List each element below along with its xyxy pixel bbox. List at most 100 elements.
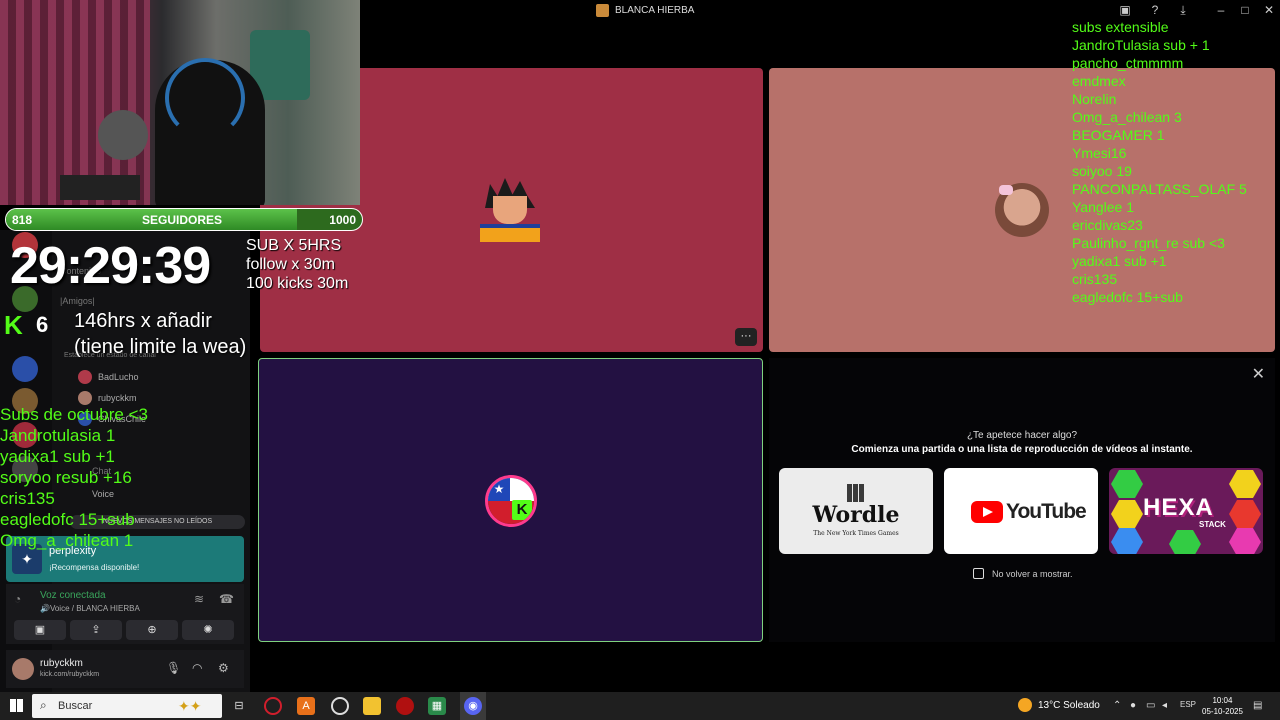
voice-status[interactable]: Voz conectada [40,590,106,601]
gear-icon[interactable]: ⚙ [218,661,229,675]
inbox-icon[interactable]: ▣ [1116,3,1134,17]
app-icon[interactable]: A [297,697,315,715]
headphones-icon[interactable]: ◠ [192,661,202,675]
wordle-grid-icon [847,484,865,502]
screen: BLANCA HIERBA ▣ ? ⤓ – □ ✕ ··· ★ K ✕ ¿Te … [0,0,1280,720]
activity-question: ¿Te apetece hacer algo? [966,430,1078,441]
youtube-play-icon [971,501,1003,523]
microphone-icon[interactable]: 🎙 [166,661,181,675]
server-icon[interactable] [12,356,38,382]
window-title-text: BLANCA HIERBA [615,5,695,16]
user-status: kick.com/rubyckkm [40,671,100,678]
sub-list-item: cris135 [1072,271,1118,287]
dont-show-label: No volver a mostrar. [992,568,1073,579]
folder-icon[interactable] [363,697,381,715]
network-icon[interactable]: ▭ [1146,700,1155,711]
wordle-card[interactable]: Wordle The New York Times Games [779,468,933,554]
sub-list-item: soiyoo 19 [1072,163,1132,179]
language-indicator[interactable]: ESP [1180,700,1196,709]
youtube-card[interactable]: YouTube [944,468,1098,554]
screen-share-button[interactable]: ⇪ [70,620,122,640]
voice-location: 🔊Voice / BLANCA HIERBA [40,604,140,613]
search-icon: ⌕ [40,698,47,712]
sub-list-item: subs extensible [1072,19,1169,35]
app-icon[interactable] [396,697,414,715]
hex-tile [1169,530,1201,554]
start-icon[interactable] [10,699,23,712]
hexa-stack-card[interactable]: HEXA STACK [1109,468,1263,554]
store-icon[interactable]: ▦ [428,697,446,715]
disconnect-icon[interactable]: ☎ [219,592,234,606]
sub-list-item: PANCONPALTASS_OLAF 5 [1072,181,1247,197]
webcam-feed [0,0,360,205]
wordle-subtitle: The New York Times Games [813,530,899,537]
sub-list-item: yadixa1 sub +1 [1072,253,1167,269]
soundboard-button[interactable]: ✺ [182,620,234,640]
participant-avatar-photo [995,183,1049,237]
window-title: BLANCA HIERBA [596,4,694,17]
taskbar-search[interactable]: ⌕ Buscar ✦✦ [32,694,222,718]
hex-tile [1111,528,1143,554]
activity-close-icon[interactable]: ✕ [1252,364,1265,384]
sub-list-item: soryoo resub +16 [0,468,132,487]
sub-info-line: SUB X 5HRS [246,237,342,254]
avatar [78,370,92,384]
wordle-title: Wordle [812,502,900,528]
participant-avatar-kick: ★ K [485,475,537,527]
sun-icon [1018,698,1032,712]
minimize-icon[interactable]: – [1212,3,1230,17]
followers-goal: 1000 [329,213,356,227]
sub-list-item: Jandrotulasia 1 [0,426,116,445]
member-item[interactable]: BadLucho [78,370,139,384]
clock-date: 05-10-2025 [1202,707,1243,716]
sub-list-item: Yanglee 1 [1072,199,1135,215]
search-placeholder: Buscar [58,700,93,712]
more-options-button[interactable]: ··· [735,328,757,346]
hours-line: (tiene limite la wea) [74,336,247,358]
discord-icon[interactable]: ◉ [464,697,482,715]
opera-icon[interactable] [264,697,282,715]
followers-label: SEGUIDORES [142,213,223,227]
sub-list-item: BEOGAMER 1 [1072,127,1165,143]
channel-category-amigos[interactable]: |Amigos| [60,296,95,306]
weather-widget[interactable]: 13°C Soleado [1018,698,1100,712]
sub-list-item: yadixa1 sub +1 [0,447,115,466]
sub-list-item: cris135 [0,489,55,508]
participant-tile-3[interactable]: ★ K [258,358,763,642]
user-name[interactable]: rubyckkm [40,658,83,669]
notifications-icon[interactable]: ▤ [1253,700,1262,711]
avatar[interactable] [12,658,34,680]
kick-count: 6 [36,312,49,337]
maximize-icon[interactable]: □ [1236,3,1254,17]
activities-button[interactable]: ⊕ [126,620,178,640]
steam-icon[interactable] [331,697,349,715]
member-item[interactable]: rubyckkm [78,391,137,405]
sub-list-item: Norelin [1072,91,1117,107]
sub-list-item: Ymesi16 [1072,145,1127,161]
help-icon[interactable]: ? [1146,3,1164,17]
task-view-icon[interactable]: ⊟ [230,697,248,715]
hex-tile [1111,500,1143,528]
chevron-up-icon[interactable]: ⌃ [1113,700,1121,711]
dont-show-again[interactable]: No volver a mostrar. [973,568,1073,579]
sub-info-line: follow x 30m [246,256,335,273]
download-icon[interactable]: ⤓ [1174,3,1192,18]
dont-show-checkbox[interactable] [973,568,984,579]
camera-off-button[interactable]: ▣ [14,620,66,640]
clock[interactable]: 10:04 05-10-2025 [1202,695,1243,717]
volume-icon[interactable]: ◂ [1162,700,1167,711]
hex-tile [1111,470,1143,498]
hours-info: 146hrs x añadir (tiene limite la wea) [74,308,246,360]
noise-suppression-icon[interactable]: ≋ [194,592,204,606]
hex-tile [1229,500,1261,528]
microphone-icon[interactable]: ● [1130,700,1136,711]
sub-list-item: Paulinho_rgnt_re sub <3 [1072,235,1225,251]
avatar [78,391,92,405]
sub-list-item: JandroTulasia sub + 1 [1072,37,1210,53]
signal-icon[interactable]: ◔ [14,592,32,610]
hours-line: 146hrs x añadir [74,310,212,332]
hexa-subtitle: STACK [1199,520,1226,529]
close-icon[interactable]: ✕ [1260,3,1278,17]
sub-list-item: Omg_a_chilean 3 [1072,109,1182,125]
clock-time: 10:04 [1212,696,1233,705]
